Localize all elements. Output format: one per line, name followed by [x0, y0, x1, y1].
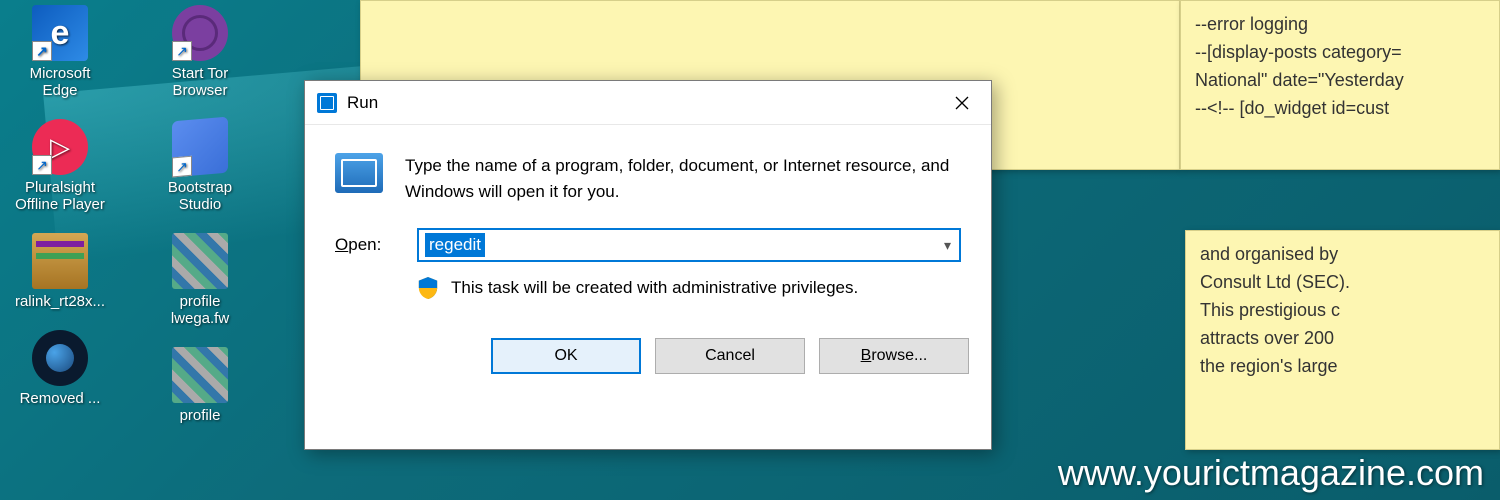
shortcut-arrow-icon: ↗ [172, 41, 192, 61]
icon-label: Bootstrap Studio [150, 179, 250, 213]
shield-icon [417, 276, 439, 300]
open-label: Open: [335, 235, 399, 255]
window-title: Run [347, 93, 937, 113]
sticky-note-code[interactable]: --error logging --[display-posts categor… [1180, 0, 1500, 170]
desktop-icon-edge[interactable]: e↗ Microsoft Edge [10, 5, 110, 99]
browse-button[interactable]: Browse... [819, 338, 969, 374]
sticky-line: --[display-posts category= [1195, 39, 1485, 67]
run-icon [317, 93, 337, 113]
run-description: Type the name of a program, folder, docu… [405, 153, 961, 204]
icon-label: Removed ... [10, 390, 110, 407]
sticky-line: Consult Ltd (SEC). [1200, 269, 1485, 297]
open-combobox[interactable]: regedit ▾ [417, 228, 961, 262]
icon-label: profile lwega.fw [150, 293, 250, 327]
desktop-icon-profile-lwega[interactable]: profile lwega.fw [150, 233, 250, 327]
combobox-value: regedit [425, 233, 485, 257]
desktop-icons: e↗ Microsoft Edge ▷↗ Pluralsight Offline… [10, 5, 250, 424]
watermark-text: www.yourictmagazine.com [1058, 452, 1484, 494]
sticky-line: --error logging [1195, 11, 1485, 39]
sticky-note-text[interactable]: and organised by Consult Ltd (SEC). This… [1185, 230, 1500, 450]
desktop-icon-bootstrap[interactable]: ↗ Bootstrap Studio [150, 119, 250, 213]
titlebar[interactable]: Run [305, 81, 991, 125]
sticky-line: This prestigious c [1200, 297, 1485, 325]
sticky-line: attracts over 200 [1200, 325, 1485, 353]
desktop-icon-ralink[interactable]: ralink_rt28x... [10, 233, 110, 310]
icon-label: profile [150, 407, 250, 424]
cancel-button[interactable]: Cancel [655, 338, 805, 374]
desktop-icon-profile[interactable]: profile [150, 347, 250, 424]
shortcut-arrow-icon: ↗ [32, 41, 52, 61]
shortcut-arrow-icon: ↗ [32, 155, 52, 175]
sticky-line: --<!-- [do_widget id=cust [1195, 95, 1485, 123]
ok-button[interactable]: OK [491, 338, 641, 374]
desktop-icon-tor[interactable]: ↗ Start Tor Browser [150, 5, 250, 99]
sticky-line: National" date="Yesterday [1195, 67, 1485, 95]
run-large-icon [335, 153, 383, 193]
sticky-line: the region's large [1200, 353, 1485, 381]
icon-label: ralink_rt28x... [10, 293, 110, 310]
desktop-icon-pluralsight[interactable]: ▷↗ Pluralsight Offline Player [10, 119, 110, 213]
icon-label: Pluralsight Offline Player [10, 179, 110, 213]
icon-label: Start Tor Browser [150, 65, 250, 99]
sticky-line: and organised by [1200, 241, 1485, 269]
admin-privileges-note: This task will be created with administr… [451, 278, 858, 298]
close-icon [955, 96, 969, 110]
icon-label: Microsoft Edge [10, 65, 110, 99]
run-dialog: Run Type the name of a program, folder, … [304, 80, 992, 450]
chevron-down-icon[interactable]: ▾ [944, 237, 951, 254]
shortcut-arrow-icon: ↗ [172, 156, 192, 178]
close-button[interactable] [937, 83, 987, 123]
desktop-icon-removed[interactable]: Removed ... [10, 330, 110, 407]
